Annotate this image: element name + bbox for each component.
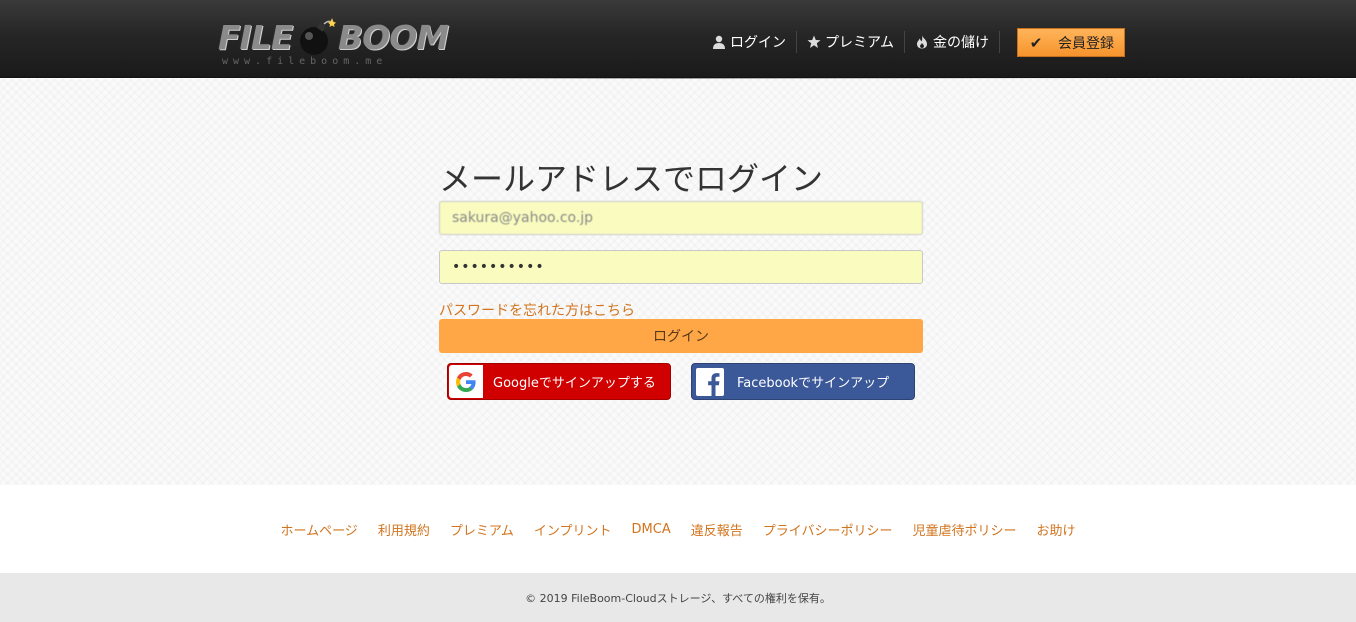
email-field[interactable]	[439, 201, 923, 235]
logo-word-file: FILE	[218, 18, 293, 57]
footer-link-help[interactable]: お助け	[1037, 520, 1076, 539]
nav-premium[interactable]: プレミアム	[797, 28, 904, 56]
page-title: メールアドレスでログイン	[439, 160, 824, 198]
copyright-text: © 2019 FileBoom-Cloudストレージ、すべての権利を保有。	[525, 591, 831, 605]
logo-word-boom: BOOM	[338, 18, 449, 57]
flame-icon	[917, 35, 928, 49]
password-field[interactable]	[439, 250, 923, 284]
logo-url: www.fileboom.me	[222, 56, 388, 67]
footer-link-dmca[interactable]: DMCA	[632, 522, 671, 537]
nav-login-label: ログイン	[730, 35, 786, 51]
google-signup-label: Googleでサインアップする	[493, 376, 656, 391]
login-button[interactable]: ログイン	[439, 319, 923, 353]
footer-link-terms[interactable]: 利用規約	[378, 520, 430, 539]
footer-link-premium[interactable]: プレミアム	[450, 520, 514, 539]
forgot-password-link[interactable]: パスワードを忘れた方はこちら	[439, 300, 635, 320]
login-section: メールアドレスでログイン パスワードを忘れた方はこちら ログイン Googleで…	[0, 79, 1356, 485]
facebook-icon-box	[693, 365, 727, 398]
facebook-signup-button[interactable]: Facebookでサインアップ	[691, 363, 915, 400]
nav-earn-money-label: 金の儲け	[933, 35, 990, 51]
google-icon	[456, 371, 476, 392]
signup-label: 会員登録	[1058, 35, 1114, 52]
checkmark-icon: ✔	[1029, 33, 1043, 52]
star-icon	[807, 35, 821, 48]
google-icon-box	[449, 365, 483, 398]
signup-button[interactable]: ✔ 会員登録	[1017, 28, 1125, 57]
footer-nav: ホームページ 利用規約 プレミアム インプリント DMCA 違反報告 プライバシ…	[0, 485, 1356, 573]
fileboom-logo[interactable]: FILE BOOM www.fileboom.me	[216, 12, 449, 70]
bomb-icon	[300, 18, 336, 55]
main-nav: ログイン プレミアム 金の儲け	[702, 28, 1001, 56]
footer-link-privacy[interactable]: プライバシーポリシー	[763, 520, 893, 539]
facebook-icon	[696, 367, 724, 396]
google-signup-button[interactable]: Googleでサインアップする	[447, 363, 671, 400]
copyright-bar: © 2019 FileBoom-Cloudストレージ、すべての権利を保有。	[0, 573, 1356, 622]
nav-login[interactable]: ログイン	[702, 28, 796, 56]
site-header: FILE BOOM www.fileboom.me ログイン プレミアム 金の儲…	[0, 0, 1356, 78]
user-icon	[713, 35, 725, 49]
nav-earn-money[interactable]: 金の儲け	[905, 28, 999, 56]
footer-link-imprint[interactable]: インプリント	[534, 520, 612, 539]
nav-divider	[999, 31, 1001, 53]
footer-link-home[interactable]: ホームページ	[280, 520, 357, 539]
nav-premium-label: プレミアム	[825, 35, 895, 51]
facebook-signup-label: Facebookでサインアップ	[737, 376, 890, 391]
footer-link-report-abuse[interactable]: 違反報告	[691, 520, 743, 539]
footer-link-child-abuse-policy[interactable]: 児童虐待ポリシー	[913, 520, 1017, 539]
